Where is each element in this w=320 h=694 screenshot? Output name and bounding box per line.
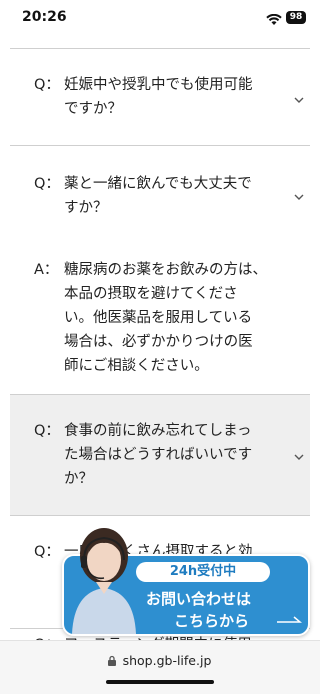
chevron-down-icon[interactable] [294,95,304,105]
faq-answer: 糖尿病のお薬をお飲みの方は、 本品の摂取を避けてくださ い。他医薬品を服用してい… [64,258,304,378]
faq-q-prefix: Q： [34,77,60,93]
browser-url-bar[interactable]: shop.gb-life.jp [0,640,320,694]
contact-banner[interactable]: 24h受付中 お問い合わせは こちらから [62,528,310,636]
faq-question-line: ですか？ [64,101,122,117]
faq-a-prefix: A： [34,262,59,278]
faq-answer-line: 糖尿病のお薬をお飲みの方は、 [64,262,267,278]
faq-question: 食事の前に飲み忘れてしまっ た場合はどうすればいいです か？ [64,419,294,491]
status-bar: 20:26 98 [0,0,320,34]
faq-question-line: 妊娠中や授乳中でも使用可能 [64,77,253,93]
url-text[interactable]: shop.gb-life.jp [0,653,320,668]
faq-item[interactable]: Q： 食事の前に飲み忘れてしまっ た場合はどうすればいいです か？ [10,395,310,515]
contact-cta-line2: こちらから [174,612,250,630]
wifi-icon [266,11,282,30]
faq-question-line: 食事の前に飲み忘れてしまっ [64,423,252,439]
faq-q-prefix: Q： [34,176,60,192]
faq-q-prefix: Q： [34,423,60,439]
contact-cta-line1: お問い合わせは [146,590,252,608]
faq-answer-line: 場合は、必ずかかりつけの医 [64,334,253,350]
faq-q-prefix: Q： [34,544,60,560]
faq-question: 妊娠中や授乳中でも使用可能 ですか？ [64,73,294,121]
chevron-down-icon[interactable] [294,452,304,462]
chevron-down-icon[interactable] [294,192,304,202]
faq-question-line: か？ [64,471,93,487]
faq-item[interactable]: Q： 薬と一緒に飲んでも大丈夫で すか？ A： 糖尿病のお薬をお飲みの方は、 本… [10,146,310,394]
faq-question-line: た場合はどうすればいいです [64,447,253,463]
status-time: 20:26 [22,9,67,25]
arrow-right-icon [277,616,302,623]
faq-answer-line: い。他医薬品を服用している [64,310,253,326]
home-indicator [106,680,214,684]
faq-item[interactable]: Q： 妊娠中や授乳中でも使用可能 ですか？ [10,49,310,145]
hours-badge: 24h受付中 [136,562,270,582]
faq-question-line: すか？ [64,200,108,216]
faq-question-line: 薬と一緒に飲んでも大丈夫で [64,176,252,192]
faq-answer-line: 師にご相談ください。 [64,358,209,374]
faq-answer-line: 本品の摂取を避けてくださ [64,286,238,302]
faq-question: 薬と一緒に飲んでも大丈夫で すか？ [64,172,294,220]
operator-avatar-image [72,528,136,634]
battery-indicator: 98 [286,11,306,24]
